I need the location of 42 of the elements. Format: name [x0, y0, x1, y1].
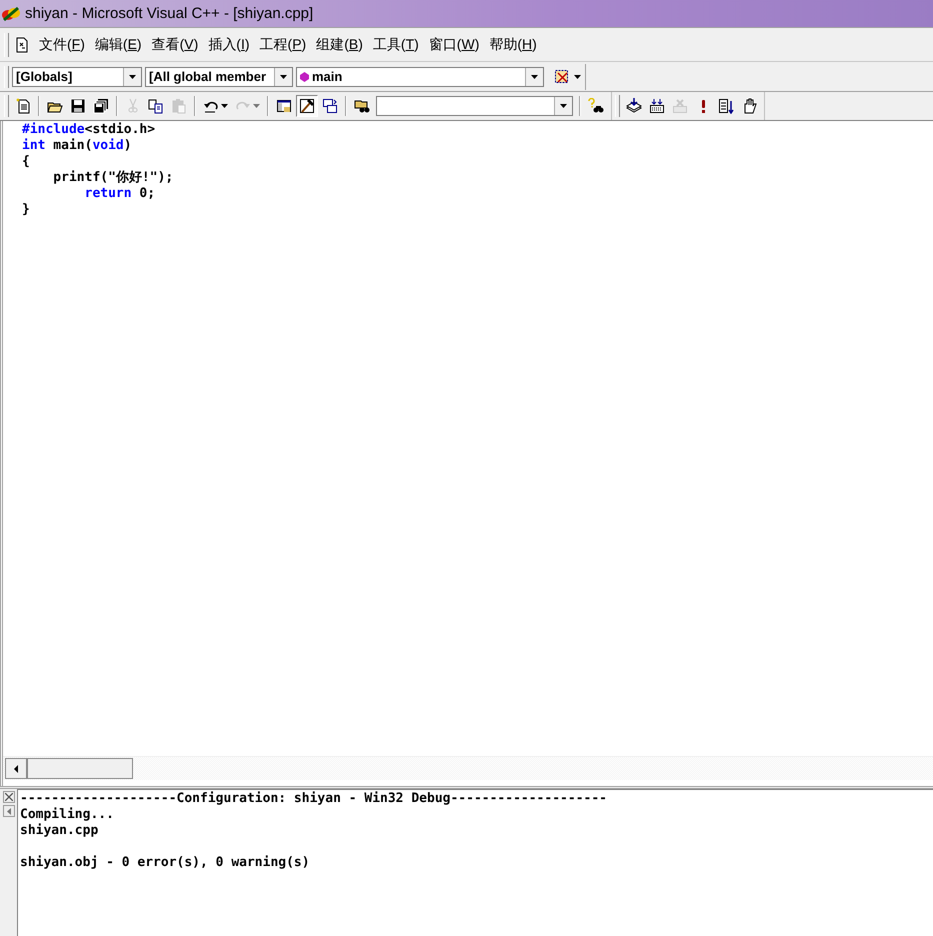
output-line: shiyan.obj - 0 error(s), 0 warning(s) — [20, 855, 310, 871]
left-arrow-icon — [6, 808, 10, 814]
menu-item[interactable]: 窗口(W) — [424, 36, 484, 54]
window-title: shiyan - Microsoft Visual C++ - [shiyan.cpp] — [25, 5, 314, 22]
dropdown-arrow-icon — [253, 104, 260, 108]
diamond-icon — [300, 72, 309, 82]
code-line: #include<stdio.h> — [22, 122, 156, 138]
close-button[interactable] — [2, 791, 14, 803]
scroll-button[interactable] — [2, 805, 14, 817]
code-line: return 0; — [84, 186, 156, 202]
left-arrow-icon — [14, 764, 18, 772]
output-line: --------------------Configuration: shiyan - Win32 Debug-------------------- — [20, 791, 607, 807]
menu-item[interactable]: 工程(P) — [254, 36, 312, 54]
output-line: Compiling... — [20, 807, 114, 823]
app-logo-icon — [1, 6, 21, 22]
close-icon — [4, 793, 12, 801]
dropdown-arrow-icon — [560, 104, 567, 108]
scroll-thumb[interactable] — [27, 758, 133, 779]
dropdown-arrow-icon — [129, 74, 136, 78]
find-dropdown-field[interactable] — [376, 96, 573, 116]
menu-item[interactable]: 工具(T) — [368, 36, 424, 54]
code-line: } — [22, 202, 30, 218]
dropdown-arrow-icon — [531, 74, 538, 78]
menu-item[interactable]: 文件(F) — [34, 36, 90, 54]
code-line: { — [22, 154, 30, 170]
dotted-window-icon — [554, 68, 570, 84]
dropdown-arrow-icon — [221, 104, 228, 108]
dropdown-field[interactable]: [All global member — [145, 66, 293, 86]
scroll-left-button[interactable] — [5, 758, 27, 779]
menu-item[interactable]: 帮助(H) — [484, 36, 542, 54]
menu-item[interactable]: 编辑(E) — [90, 36, 147, 54]
dropdown-field[interactable]: [Globals] — [12, 66, 142, 86]
code-line: printf("你好!"); — [52, 170, 174, 186]
output-line: shiyan.cpp — [20, 823, 98, 839]
menu-item[interactable]: 插入(I) — [203, 36, 255, 54]
menu-item[interactable]: 组建(B) — [311, 36, 368, 54]
document-icon — [14, 36, 30, 52]
dropdown-field[interactable]: main — [296, 66, 544, 86]
code-line: int main(void) — [22, 138, 132, 154]
dropdown-arrow-icon — [280, 74, 287, 78]
dropdown-arrow-icon — [574, 74, 581, 78]
menu-item[interactable]: 查看(V) — [146, 36, 204, 54]
